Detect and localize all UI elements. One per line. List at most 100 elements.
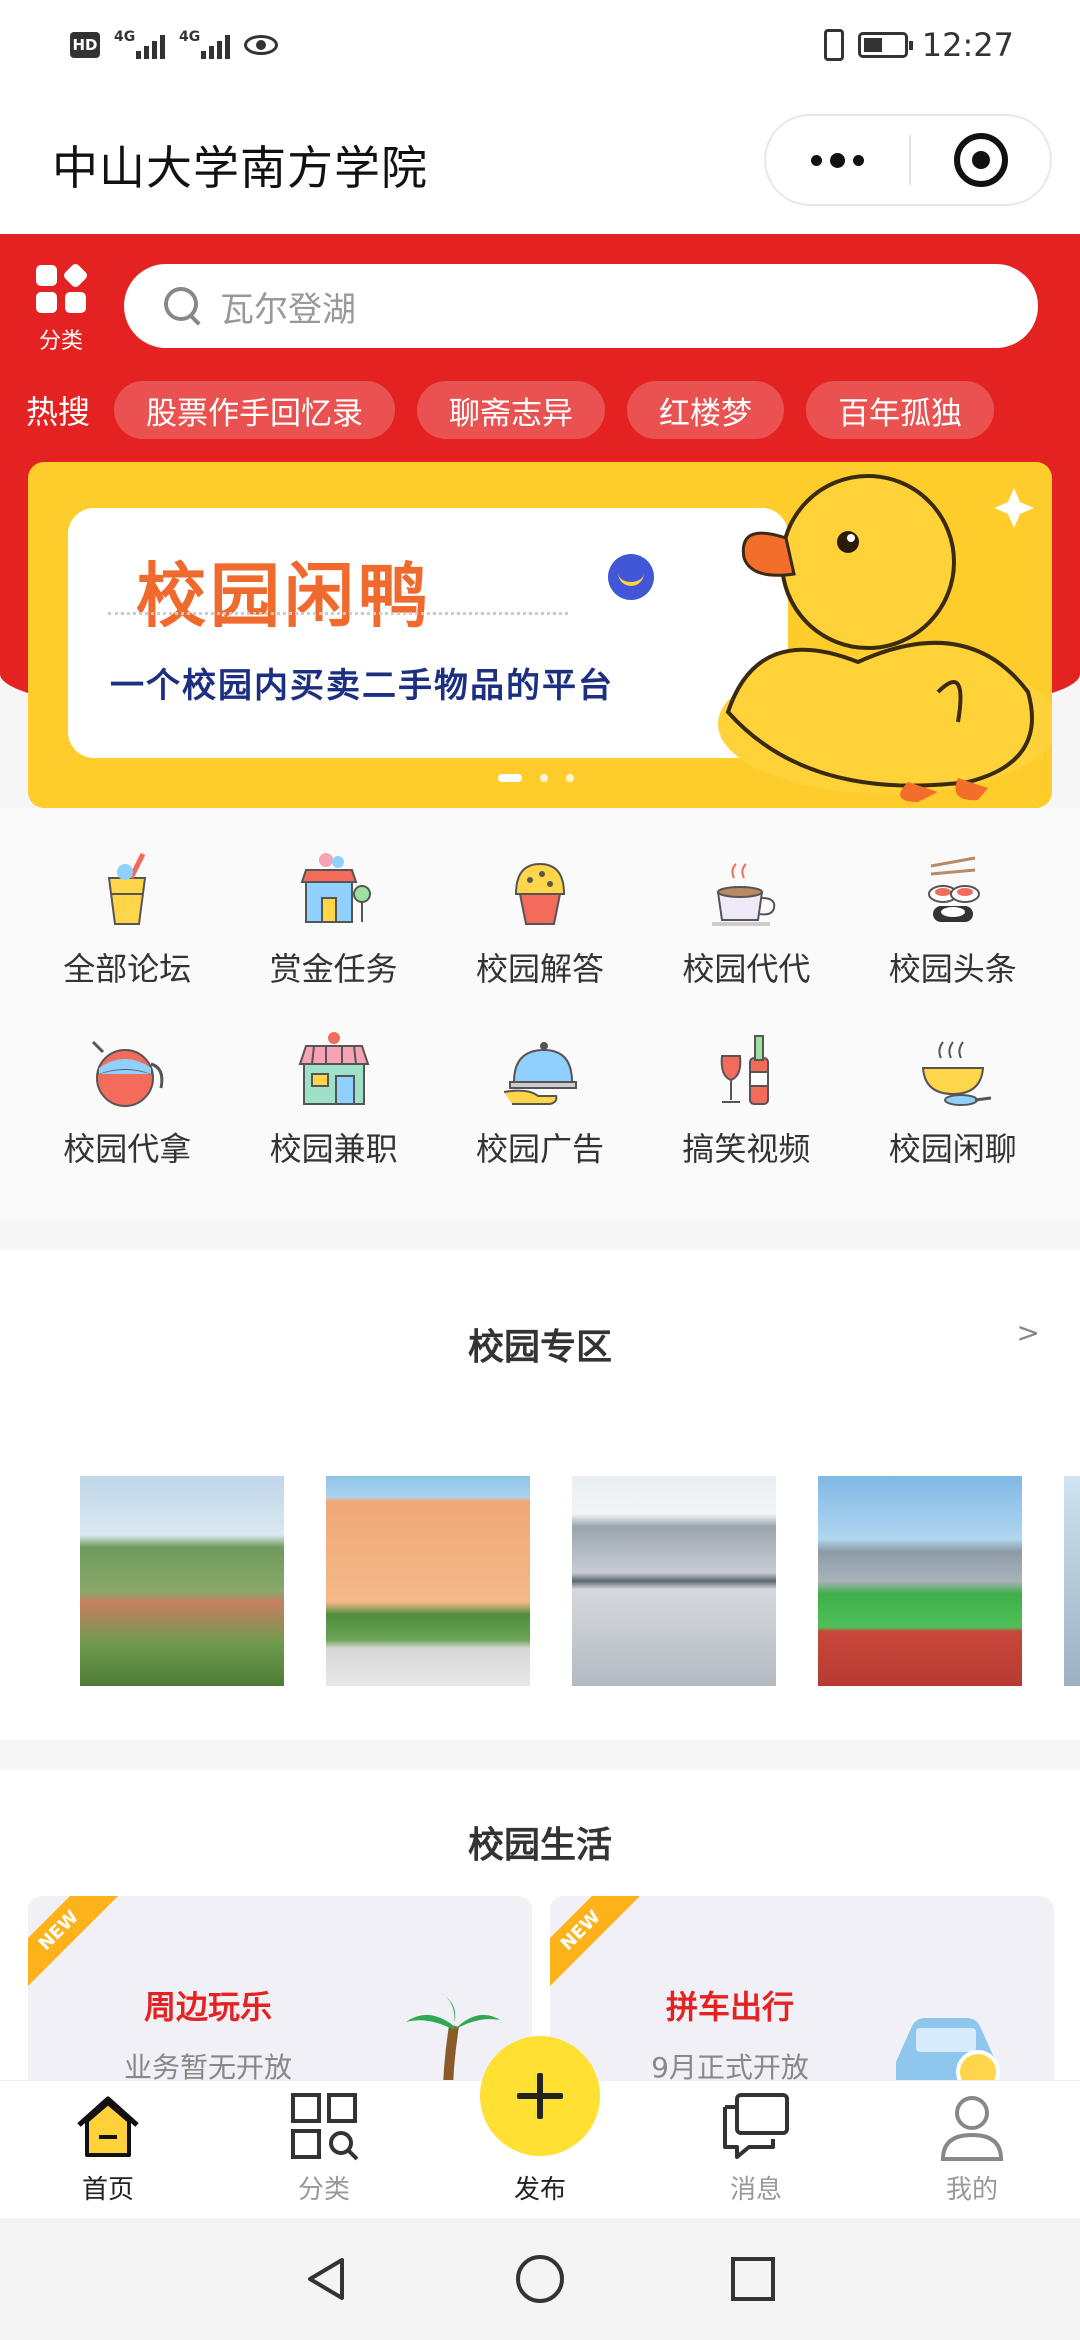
search-placeholder: 瓦尔登湖: [220, 289, 356, 330]
close-mini-program-button[interactable]: [911, 116, 1050, 204]
muffin-icon: [514, 862, 565, 925]
sushi-icon: [927, 856, 980, 922]
search-icon: [164, 287, 202, 325]
capsule-menu: [764, 114, 1052, 206]
home-circle-icon[interactable]: [513, 2252, 567, 2306]
quick-menu: 全部论坛 赏金任务 校园解答 校园代代 校园头条 校园代拿 校园兼职 校园广告 …: [0, 808, 1080, 1220]
page-title: 中山大学南方学院: [52, 141, 428, 195]
signal-icon: 4G: [179, 29, 230, 59]
menu-item-agent[interactable]: 校园代代: [643, 848, 849, 990]
campus-photo[interactable]: [326, 1476, 530, 1686]
menu-item-ads[interactable]: 校园广告: [437, 1028, 643, 1170]
soup-bowl-icon: [921, 1041, 991, 1106]
hot-search-tag[interactable]: 聊斋志异: [417, 381, 606, 439]
section-title: 校园生活: [467, 1825, 612, 1866]
shop-icon: [300, 853, 371, 923]
target-icon: [953, 133, 1008, 187]
tab-profile[interactable]: 我的: [864, 2081, 1080, 2218]
network-type-label: 4G: [179, 29, 201, 45]
message-icon: [723, 2093, 789, 2159]
status-bar: HD 4G 4G 12:27: [0, 0, 1080, 90]
profile-icon: [940, 2096, 1004, 2161]
campus-photo[interactable]: [818, 1476, 1022, 1686]
more-button[interactable]: [766, 116, 909, 204]
hot-search-row: 热搜 股票作手回忆录 聊斋志异 红楼梦 百年孤独: [0, 380, 1080, 440]
see-more-link[interactable]: >: [1017, 1316, 1040, 1349]
kettle-icon: [92, 1040, 164, 1107]
campus-photo[interactable]: [1064, 1476, 1080, 1686]
menu-item-parttime[interactable]: 校园兼职: [230, 1028, 436, 1170]
publish-button[interactable]: [480, 2036, 600, 2156]
back-icon[interactable]: [300, 2252, 354, 2306]
hot-search-label: 热搜: [26, 393, 91, 431]
menu-item-label: 校园闲聊: [888, 1130, 1017, 1168]
coffee-cup-icon: [712, 863, 776, 926]
campus-life-section: 校园生活 NEW 周边玩乐 业务暂无开放 NEW 拼车出行 9月正式开放: [0, 1770, 1080, 2116]
tab-label: 发布: [513, 2175, 566, 2205]
campus-zone-section: 校园专区 >: [0, 1250, 1080, 1740]
tab-label: 分类: [297, 2175, 350, 2205]
promo-banner[interactable]: 校园闲鸭 一个校园内买卖二手物品的平台: [28, 462, 1052, 808]
search-input[interactable]: 瓦尔登湖: [124, 264, 1038, 348]
category-button[interactable]: 分类: [28, 262, 94, 355]
tab-messages[interactable]: 消息: [648, 2081, 864, 2218]
tab-category[interactable]: 分类: [216, 2081, 432, 2218]
category-icon: [291, 2093, 359, 2161]
tab-home[interactable]: 首页: [0, 2081, 216, 2218]
signal-icon: 4G: [114, 29, 165, 59]
quick-menu-grid: 全部论坛 赏金任务 校园解答 校园代代 校园头条 校园代拿 校园兼职 校园广告 …: [24, 848, 1056, 1170]
system-navigation-bar: [0, 2218, 1080, 2340]
status-right: 12:27: [823, 26, 1014, 64]
network-type-label: 4G: [114, 29, 136, 45]
menu-item-label: 赏金任务: [269, 950, 398, 988]
recents-icon[interactable]: [726, 2252, 780, 2306]
category-grid-icon: [36, 262, 89, 313]
menu-item-label: 校园代拿: [63, 1130, 192, 1168]
menu-item-funny-videos[interactable]: 搞笑视频: [643, 1028, 849, 1170]
app-screen: HD 4G 4G 12:27 中山大学南方学院 分类 瓦尔登湖 热搜 股票作手回…: [0, 0, 1080, 2340]
campus-photo[interactable]: [572, 1476, 776, 1686]
tab-label: 消息: [729, 2175, 782, 2205]
mini-program-title-bar: 中山大学南方学院: [0, 90, 1080, 234]
category-label: 分类: [38, 329, 83, 354]
menu-item-label: 校园兼职: [269, 1130, 398, 1168]
eye-icon: [244, 35, 278, 55]
banner-subtitle: 一个校园内买卖二手物品的平台: [110, 666, 614, 706]
status-left: HD 4G 4G: [70, 29, 278, 59]
hot-search-tag[interactable]: 百年孤独: [806, 381, 995, 439]
menu-item-label: 全部论坛: [63, 950, 192, 988]
banner-divider: [108, 612, 568, 615]
vibrate-icon: [823, 29, 844, 61]
drink-icon: [108, 852, 147, 925]
menu-item-headlines[interactable]: 校园头条: [850, 848, 1056, 990]
hd-icon: HD: [70, 32, 100, 58]
hot-search-tag[interactable]: 红楼梦: [627, 381, 785, 439]
home-icon: [77, 2096, 139, 2157]
clock: 12:27: [921, 26, 1014, 64]
menu-item-label: 校园解答: [475, 950, 604, 988]
menu-item-pickup[interactable]: 校园代拿: [24, 1028, 230, 1170]
duck-illustration: [718, 474, 1052, 802]
tab-label: 我的: [945, 2175, 998, 2205]
tab-label: 首页: [81, 2175, 134, 2205]
battery-icon: [857, 32, 913, 58]
menu-item-label: 搞笑视频: [682, 1130, 811, 1168]
store-icon: [298, 1032, 369, 1105]
wine-icon: [721, 1035, 770, 1105]
life-card-title: 拼车出行: [665, 1988, 794, 2026]
banner-pagination: [498, 774, 574, 782]
cloche-icon: [503, 1042, 577, 1105]
smile-icon: [608, 554, 654, 600]
menu-item-forum[interactable]: 全部论坛: [24, 848, 230, 990]
section-title: 校园专区: [467, 1327, 612, 1368]
hot-search-tag[interactable]: 股票作手回忆录: [114, 381, 396, 439]
campus-photo-carousel[interactable]: [80, 1476, 1080, 1688]
menu-item-chat[interactable]: 校园闲聊: [850, 1028, 1056, 1170]
campus-photo[interactable]: [80, 1476, 284, 1686]
banner-title: 校园闲鸭: [136, 555, 432, 637]
menu-item-answers[interactable]: 校园解答: [437, 848, 643, 990]
menu-item-bounty[interactable]: 赏金任务: [230, 848, 436, 990]
menu-item-label: 校园代代: [682, 950, 811, 988]
more-dots-icon: [811, 154, 822, 166]
menu-item-label: 校园头条: [888, 950, 1017, 988]
